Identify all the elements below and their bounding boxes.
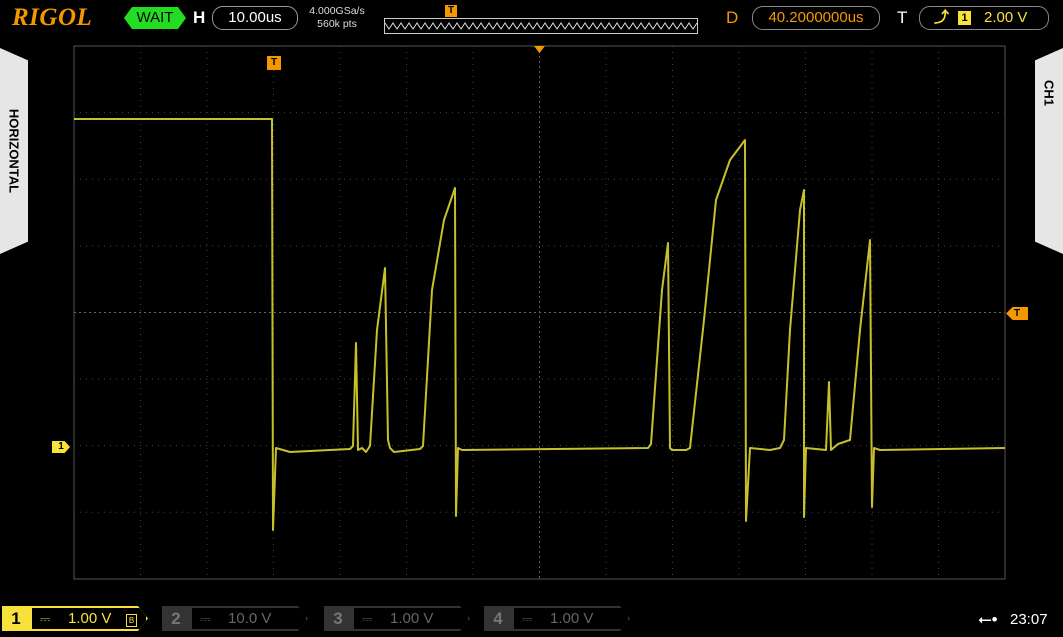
- ch1-scale: 1.00 V: [68, 610, 112, 627]
- ch1-setting[interactable]: 1 ⎓ 1.00 V B: [2, 606, 148, 631]
- ch2-body: ⎓ 10.0 V: [190, 606, 308, 631]
- ch1-trace: [74, 118, 1006, 531]
- bandwidth-limit-icon: B: [126, 614, 137, 627]
- clock: 23:07: [1010, 611, 1048, 628]
- ch4-setting[interactable]: 4 ⎓ 1.00 V: [484, 606, 630, 631]
- ch2-scale: 10.0 V: [228, 610, 272, 627]
- trigger-position-marker[interactable]: T: [267, 56, 281, 70]
- graticule-center-axes: [74, 46, 1005, 579]
- ch2-setting[interactable]: 2 ⎓ 10.0 V: [162, 606, 308, 631]
- ch3-scale: 1.00 V: [390, 610, 434, 627]
- dc-coupling-icon: ⎓: [362, 611, 373, 626]
- ch1-body: ⎓ 1.00 V B: [30, 606, 148, 631]
- ch3-body: ⎓ 1.00 V: [352, 606, 470, 631]
- ch4-scale: 1.00 V: [550, 610, 594, 627]
- ch3-setting[interactable]: 3 ⎓ 1.00 V: [324, 606, 470, 631]
- ch3-number: 3: [333, 609, 343, 628]
- dc-coupling-icon: ⎓: [522, 611, 533, 626]
- usb-icon: ⭠•: [978, 610, 998, 629]
- center-position-marker: [534, 46, 545, 53]
- dc-coupling-icon: ⎓: [200, 611, 211, 626]
- dc-coupling-icon: ⎓: [40, 611, 51, 626]
- ch2-number: 2: [171, 609, 181, 628]
- ch4-body: ⎓ 1.00 V: [512, 606, 630, 631]
- ch1-number: 1: [11, 609, 21, 628]
- waveform-display[interactable]: [0, 0, 1063, 600]
- ch4-number: 4: [493, 609, 503, 628]
